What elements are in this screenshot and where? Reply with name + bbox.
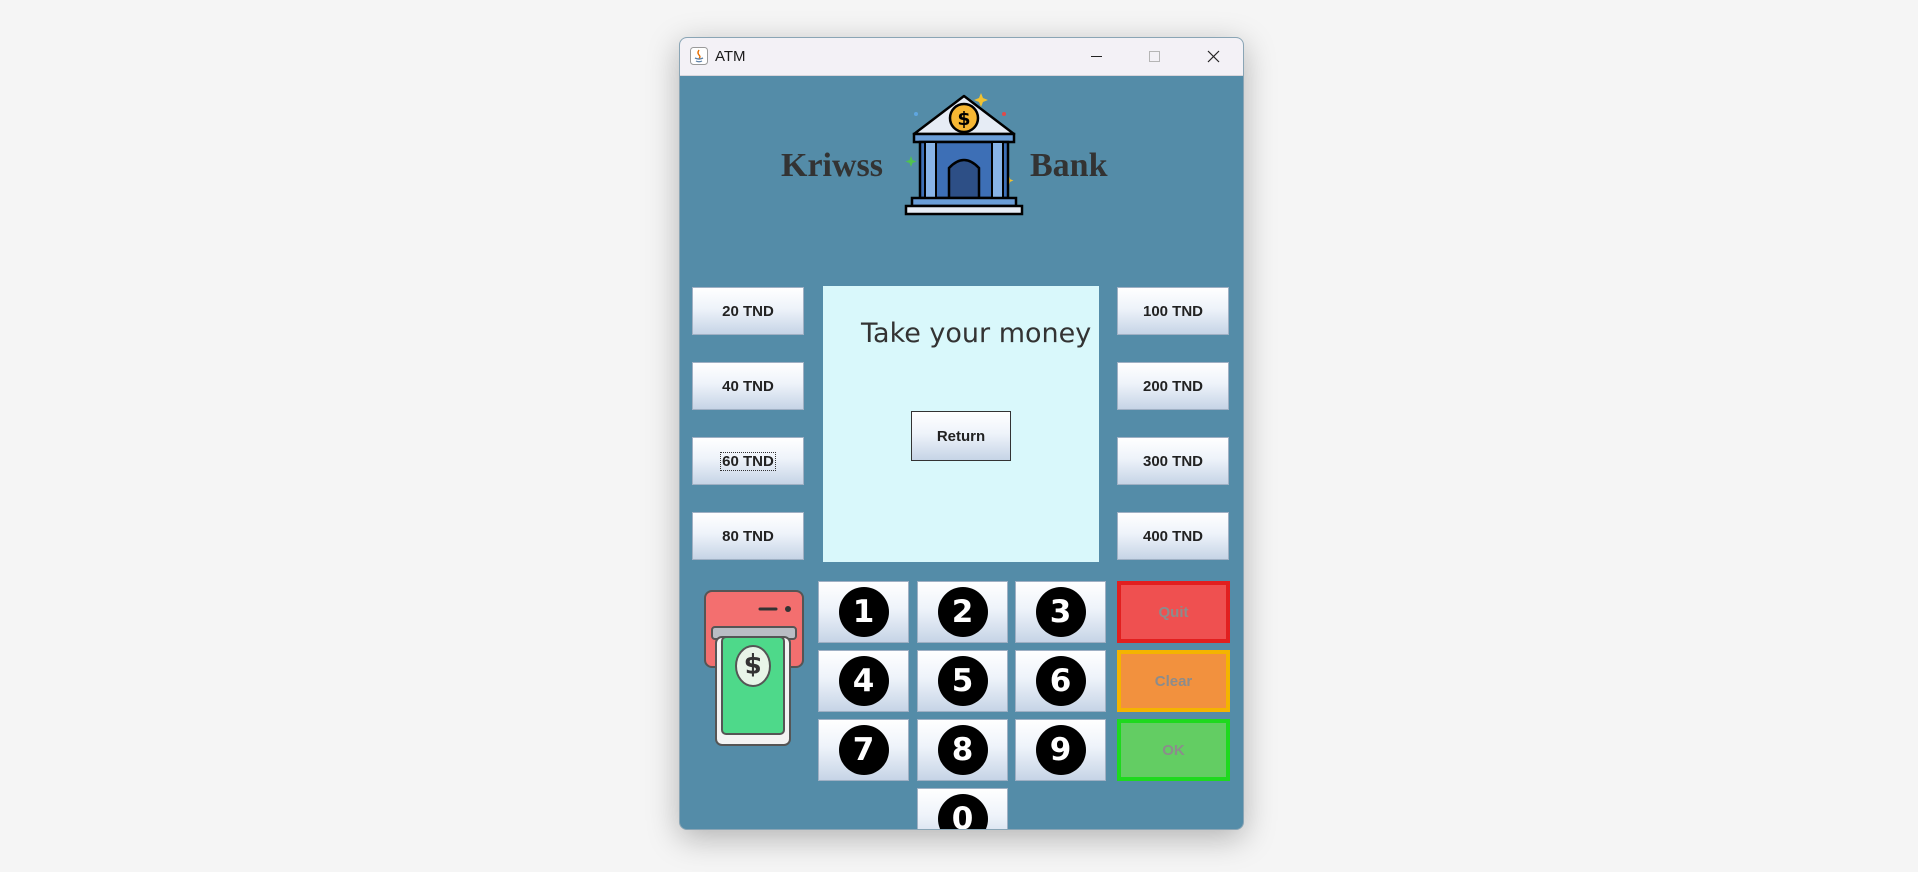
screen-message: Take your money — [861, 318, 1092, 349]
keypad-key-6[interactable]: 6 — [1015, 650, 1106, 712]
window-title: ATM — [715, 48, 746, 65]
amount-label: 80 TND — [722, 527, 774, 545]
clear-button[interactable]: Clear — [1117, 650, 1230, 712]
note-dollar-text: $ — [744, 650, 762, 680]
keypad-key-0[interactable]: 0 — [917, 788, 1008, 829]
java-app-icon — [690, 47, 708, 65]
key-digit: 8 — [937, 725, 988, 775]
amount-button-20[interactable]: 20 TND — [692, 287, 804, 335]
amount-button-300[interactable]: 300 TND — [1117, 437, 1229, 485]
amount-button-60[interactable]: 60 TND — [692, 437, 804, 485]
amount-label: 60 TND — [720, 451, 776, 471]
keypad-key-8[interactable]: 8 — [917, 719, 1008, 781]
atm-window: ATM Kriwss Bank $ 20 TND 40 TND 60 TND 8… — [679, 37, 1244, 830]
brand-left-text: Kriwss — [781, 147, 883, 184]
title-bar[interactable]: ATM — [680, 38, 1243, 76]
keypad-key-5[interactable]: 5 — [917, 650, 1008, 712]
key-digit: 0 — [937, 794, 988, 829]
amount-label: 40 TND — [722, 377, 774, 395]
ok-button[interactable]: OK — [1117, 719, 1230, 781]
minimize-button[interactable] — [1068, 38, 1124, 75]
keypad-key-4[interactable]: 4 — [818, 650, 909, 712]
amount-button-100[interactable]: 100 TND — [1117, 287, 1229, 335]
key-digit: 2 — [937, 587, 988, 637]
key-digit: 3 — [1035, 587, 1086, 637]
atm-panel: Kriwss Bank $ 20 TND 40 TND 60 TND 80 TN… — [680, 75, 1243, 829]
atm-screen: Take your money Return — [823, 286, 1099, 562]
keypad-key-9[interactable]: 9 — [1015, 719, 1106, 781]
keypad-key-7[interactable]: 7 — [818, 719, 909, 781]
amount-button-80[interactable]: 80 TND — [692, 512, 804, 560]
maximize-icon — [1149, 51, 1160, 62]
amount-label: 300 TND — [1142, 452, 1204, 470]
quit-button[interactable]: Quit — [1117, 581, 1230, 643]
keypad-key-1[interactable]: 1 — [818, 581, 909, 643]
key-digit: 4 — [838, 656, 889, 706]
close-icon — [1207, 50, 1220, 63]
maximize-button[interactable] — [1126, 38, 1182, 75]
amount-label: 200 TND — [1142, 377, 1204, 395]
logo-dollar-text: $ — [957, 108, 970, 130]
keypad-key-3[interactable]: 3 — [1015, 581, 1106, 643]
cash-dispenser-icon: $ — [704, 590, 804, 746]
keypad-key-2[interactable]: 2 — [917, 581, 1008, 643]
key-digit: 5 — [937, 656, 988, 706]
amount-button-40[interactable]: 40 TND — [692, 362, 804, 410]
minimize-icon — [1091, 56, 1102, 57]
key-digit: 1 — [838, 587, 889, 637]
bank-building-icon: $ — [904, 93, 1024, 216]
brand-right-text: Bank — [1030, 147, 1108, 184]
amount-label: 20 TND — [722, 302, 774, 320]
close-button[interactable] — [1185, 38, 1241, 75]
key-digit: 6 — [1035, 656, 1086, 706]
amount-label: 100 TND — [1142, 302, 1204, 320]
key-digit: 7 — [838, 725, 889, 775]
return-button[interactable]: Return — [911, 411, 1011, 461]
amount-button-200[interactable]: 200 TND — [1117, 362, 1229, 410]
key-digit: 9 — [1035, 725, 1086, 775]
amount-label: 400 TND — [1142, 527, 1204, 545]
amount-button-400[interactable]: 400 TND — [1117, 512, 1229, 560]
